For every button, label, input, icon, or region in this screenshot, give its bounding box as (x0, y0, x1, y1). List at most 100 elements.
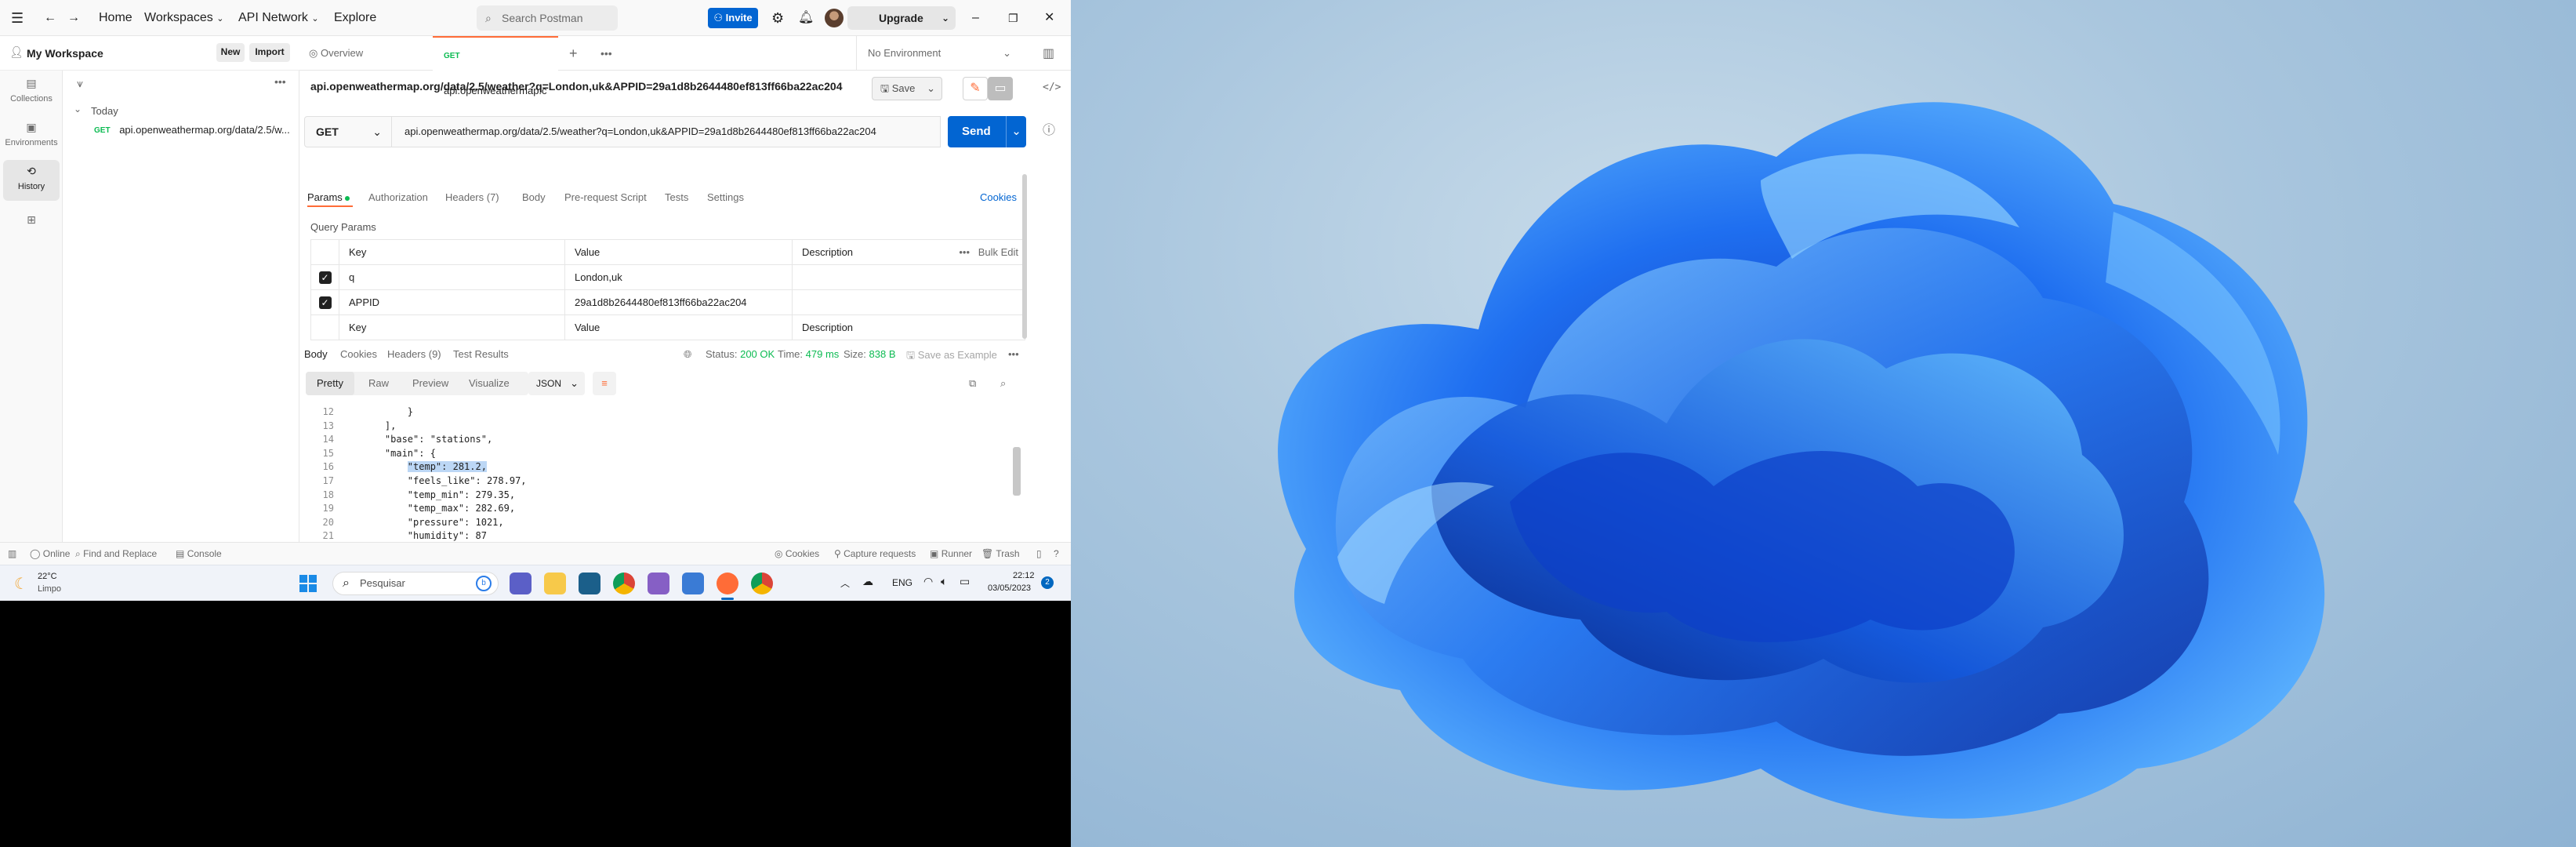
help-icon[interactable]: ? (1054, 543, 1059, 565)
import-button[interactable]: Import (249, 43, 290, 62)
url-input[interactable]: api.openweathermap.org/data/2.5/weather?… (392, 116, 941, 147)
globe-icon[interactable]: 🌐︎ (684, 348, 691, 361)
sidebar-item-configure[interactable]: ⊞ (3, 209, 60, 232)
minimize-icon[interactable]: – (972, 0, 979, 36)
param-checkbox[interactable]: ✓ (318, 296, 332, 309)
copy-icon[interactable]: ⧉ (969, 372, 976, 395)
request-title[interactable]: api.openweathermap.org/data/2.5/weather?… (310, 80, 843, 93)
format-preview[interactable]: Preview (412, 372, 448, 395)
workspace-name[interactable]: My Workspace (27, 47, 103, 60)
response-tab-body[interactable]: Body (304, 348, 328, 360)
find-replace-button[interactable]: ⌕ Find and Replace (75, 543, 157, 565)
more-icon[interactable]: ••• (959, 246, 970, 258)
sidebar-item-environments[interactable]: ▣ Environments (3, 116, 60, 157)
nav-explore[interactable]: Explore (334, 0, 376, 36)
format-pretty[interactable]: Pretty (306, 372, 354, 395)
notepad-icon[interactable] (682, 573, 704, 594)
forward-icon[interactable]: → (67, 0, 80, 36)
nav-workspaces[interactable]: Workspaces ⌄ (144, 0, 223, 36)
code-line[interactable]: "humidity": 87 (362, 530, 487, 541)
param-value[interactable]: 29a1d8b2644480ef813ff66ba22ac204 (564, 289, 793, 315)
chevron-down-icon[interactable]: ⌄ (74, 104, 82, 115)
language-select[interactable]: JSON ⌄ (528, 372, 585, 395)
code-line[interactable]: "temp_max": 282.69, (362, 503, 515, 514)
code-line[interactable]: "temp_min": 279.35, (362, 489, 515, 500)
nav-home[interactable]: Home (99, 0, 132, 36)
more-icon[interactable]: ••• (1008, 348, 1019, 360)
taskbar-search[interactable]: ⌕ Pesquisar b (332, 572, 499, 595)
response-tab-cookies[interactable]: Cookies (340, 348, 377, 360)
layout-icon[interactable]: ▯ (1036, 543, 1042, 565)
capture-requests-button[interactable]: ⚲ Capture requests (834, 543, 916, 565)
response-tab-test-results[interactable]: Test Results (453, 348, 509, 360)
save-button[interactable]: 🖫︎ Save ⌄ (872, 77, 942, 100)
new-button[interactable]: New (216, 43, 245, 62)
tab-params[interactable]: Params (307, 191, 350, 203)
history-item[interactable]: GET api.openweathermap.org/data/2.5/w... (94, 124, 299, 143)
param-value-placeholder[interactable]: Value (564, 314, 793, 340)
tab-settings[interactable]: Settings (707, 191, 744, 203)
tab-pre-request-script[interactable]: Pre-request Script (564, 191, 647, 203)
upgrade-button[interactable]: Upgrade ⌄ (847, 6, 956, 30)
language-indicator[interactable]: ENG (892, 577, 912, 588)
runner-button[interactable]: ▣ Runner (930, 543, 972, 565)
nav-api-network[interactable]: API Network ⌄ (238, 0, 319, 36)
response-body-editor[interactable]: 12 } 13 ], 14 "base": "stations", 15 "main"… (299, 403, 1021, 542)
weather-icon[interactable]: ☾ (14, 574, 28, 594)
wrap-lines-icon[interactable]: ≡ (593, 372, 616, 395)
postman-icon[interactable] (717, 573, 738, 594)
code-line[interactable]: "pressure": 1021, (362, 517, 504, 528)
settings-icon[interactable]: ⚙ (771, 0, 784, 36)
filter-icon[interactable]: ⩛ (77, 77, 83, 90)
clock-date[interactable]: 03/05/2023 (988, 583, 1031, 593)
cookies-button[interactable]: ◎ Cookies (775, 543, 819, 565)
code-line[interactable]: "temp": 281.2, (362, 461, 487, 473)
environment-select[interactable]: No Environment ⌄ (856, 36, 1021, 71)
param-key[interactable]: APPID (339, 289, 565, 315)
sidebar-item-history[interactable]: ⟲ History (3, 160, 60, 201)
notification-badge[interactable]: 2 (1041, 576, 1054, 589)
tabs-more-icon[interactable]: ••• (600, 36, 612, 71)
search-icon[interactable]: ⌕ (1000, 372, 1006, 395)
weather-temp[interactable]: 22°C (38, 572, 57, 581)
response-tab-headers[interactable]: Headers (9) (387, 348, 441, 360)
param-key-placeholder[interactable]: Key (339, 314, 565, 340)
format-visualize[interactable]: Visualize (469, 372, 510, 395)
tab-tests[interactable]: Tests (665, 191, 688, 203)
avatar[interactable] (825, 9, 844, 27)
tab-headers[interactable]: Headers (7) (445, 191, 499, 203)
clock-time[interactable]: 22:12 (1013, 571, 1035, 580)
code-line[interactable]: "feels_like": 278.97, (362, 475, 527, 486)
tab-body[interactable]: Body (522, 191, 546, 203)
bell-icon[interactable]: 🔔︎ (798, 0, 814, 36)
windows-start-icon[interactable] (299, 575, 317, 592)
scrollbar[interactable] (1022, 174, 1027, 339)
sidebar-toggle-icon[interactable]: ▥ (8, 543, 16, 565)
code-line[interactable]: "base": "stations", (362, 434, 492, 445)
sidebar-item-collections[interactable]: ▤ Collections (3, 72, 60, 113)
param-checkbox[interactable]: ✓ (318, 271, 332, 284)
code-line[interactable]: } (362, 406, 413, 417)
param-key[interactable]: q (339, 264, 565, 290)
scrollbar[interactable] (1013, 447, 1021, 496)
console-button[interactable]: ▤ Console (176, 543, 222, 565)
battery-icon[interactable]: ▭ (960, 575, 970, 588)
tab-request[interactable]: GET api.openweathermap.c (433, 36, 558, 129)
history-group-today[interactable]: Today (91, 105, 118, 117)
search-input[interactable]: ⌕ Search Postman (477, 5, 618, 31)
restore-icon[interactable]: ❐ (1008, 0, 1018, 36)
edit-button[interactable]: ✎ (963, 77, 988, 100)
close-icon[interactable]: ✕ (1044, 0, 1054, 36)
weather-desc[interactable]: Limpo (38, 584, 61, 594)
param-description[interactable] (792, 264, 1025, 290)
method-select[interactable]: GET ⌄ (304, 116, 392, 147)
file-explorer-icon[interactable] (544, 573, 566, 594)
tab-authorization[interactable]: Authorization (368, 191, 428, 203)
cookies-link[interactable]: Cookies (980, 191, 1017, 203)
more-icon[interactable]: ••• (274, 75, 286, 88)
invite-button[interactable]: ⚇ Invite (708, 8, 758, 28)
save-example-button[interactable]: 🖫︎ Save as Example (906, 348, 997, 365)
code-icon[interactable]: </> (1043, 82, 1061, 93)
chrome-icon[interactable] (751, 573, 773, 594)
online-status[interactable]: ◯ Online (30, 543, 70, 565)
